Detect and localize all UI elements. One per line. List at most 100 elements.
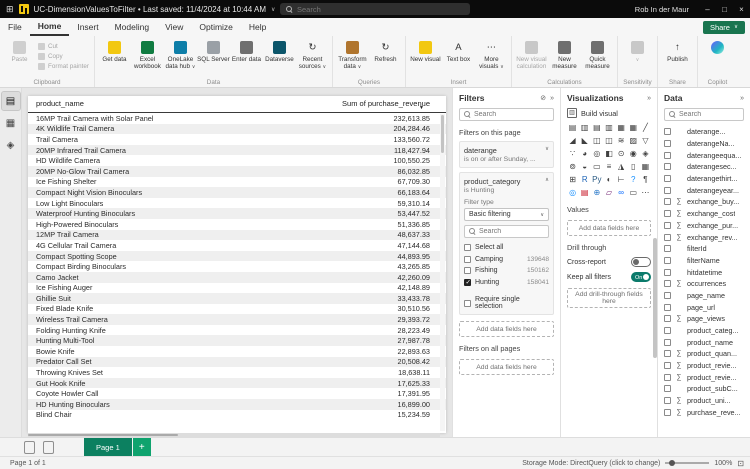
field-list-item[interactable]: ∑ occurrences — [664, 278, 744, 290]
field-list-item[interactable]: ∑ daterange... — [664, 126, 744, 138]
field-list-item[interactable]: ∑ daterangethirt... — [664, 173, 744, 185]
field-checkbox[interactable] — [664, 245, 671, 252]
visual-type-icon[interactable]: ▭ — [591, 160, 602, 172]
column-header-product-name[interactable]: product_name — [36, 99, 84, 108]
field-checkbox[interactable] — [664, 175, 671, 182]
visual-type-icon[interactable]: ◫ — [603, 134, 614, 146]
visual-type-icon[interactable]: ⊞ — [567, 173, 578, 185]
field-checkbox[interactable] — [664, 292, 671, 299]
filter-option[interactable]: Select all — [464, 242, 549, 254]
field-list-item[interactable]: ∑ page_url — [664, 301, 744, 313]
collapse-pane-icon[interactable]: » — [740, 95, 744, 102]
checkbox[interactable] — [464, 244, 471, 251]
field-checkbox[interactable] — [664, 304, 671, 311]
visual-type-icon[interactable]: ▦ — [628, 121, 639, 133]
cross-report-toggle[interactable] — [631, 257, 651, 267]
field-checkbox[interactable] — [664, 187, 671, 194]
table-row[interactable]: Fixed Blade Knife 30,510.56 — [28, 304, 446, 315]
field-list-item[interactable]: ∑ purchase_reve... — [664, 407, 744, 419]
table-scrollbar[interactable] — [440, 114, 445, 431]
visual-type-icon[interactable]: ⋯ — [640, 186, 651, 198]
ribbon-button[interactable]: OneLake data hub ∨ — [164, 39, 197, 71]
field-checkbox[interactable] — [664, 257, 671, 264]
field-list-item[interactable]: ∑ product_quan... — [664, 348, 744, 360]
visual-type-icon[interactable]: ⊙ — [616, 147, 627, 159]
field-checkbox[interactable] — [664, 198, 671, 205]
visual-type-icon[interactable]: ∞ — [616, 186, 627, 198]
field-list-item[interactable]: ∑ exchange_cost — [664, 208, 744, 220]
minimize-button[interactable]: – — [699, 0, 716, 18]
chevron-down-icon[interactable]: ∨ — [545, 146, 549, 152]
visual-type-icon[interactable]: ◕ — [579, 147, 590, 159]
visual-type-icon[interactable]: ▤ — [579, 186, 590, 198]
zoom-slider-thumb[interactable] — [669, 460, 675, 466]
filter-option[interactable]: Camping 139648 — [464, 254, 549, 266]
visual-type-icon[interactable]: ▨ — [628, 134, 639, 146]
ribbon-button[interactable]: Get data — [98, 39, 131, 63]
menu-item[interactable]: Home — [30, 18, 70, 36]
field-list-item[interactable]: ∑ exchange_buy... — [664, 196, 744, 208]
document-title[interactable]: UC-DimensionValuesToFilter • Last saved:… — [34, 5, 266, 14]
field-list-item[interactable]: ∑ filterId — [664, 243, 744, 255]
visual-type-icon[interactable]: ¶ — [640, 173, 651, 185]
storage-mode[interactable]: Storage Mode: DirectQuery (click to chan… — [522, 460, 660, 467]
visual-type-icon[interactable]: ? — [628, 173, 639, 185]
table-row[interactable]: Blind Chair 15,234.59 — [28, 410, 446, 421]
table-row[interactable]: 12MP Trail Camera 48,637.33 — [28, 230, 446, 241]
report-canvas[interactable]: product_name Sum of purchase_revenue ▼ 1… — [22, 88, 452, 437]
drill-through-dropzone[interactable]: Add drill-through fields here — [567, 288, 651, 308]
field-checkbox[interactable] — [664, 339, 671, 346]
share-button[interactable]: Share ∨ — [703, 21, 745, 34]
publish-button[interactable]: ↑ Publish — [661, 39, 694, 63]
menu-item[interactable]: Insert — [69, 18, 106, 36]
ribbon-button[interactable]: Dataverse — [263, 39, 296, 63]
table-row[interactable]: Ice Fishing Auger 42,148.89 — [28, 283, 446, 294]
waffle-menu-icon[interactable]: ⊞ — [6, 4, 14, 15]
global-search[interactable] — [280, 3, 470, 15]
filters-search[interactable] — [459, 108, 554, 121]
field-list-item[interactable]: ∑ daterangeequa... — [664, 149, 744, 161]
visual-type-icon[interactable]: ≡ — [603, 160, 614, 172]
field-list-item[interactable]: ∑ page_name — [664, 290, 744, 302]
menu-item[interactable]: Optimize — [191, 18, 241, 36]
table-row[interactable]: HD Hunting Binoculars 16,899.00 — [28, 399, 446, 410]
add-data-fields-dropzone[interactable]: Add data fields here — [459, 321, 554, 337]
visual-type-icon[interactable]: ▤ — [591, 121, 602, 133]
table-row[interactable]: Compact Spotting Scope 44,893.95 — [28, 251, 446, 262]
collapse-pane-icon[interactable]: » — [550, 95, 554, 102]
paste-button[interactable]: Paste — [3, 39, 36, 63]
field-list-item[interactable]: ∑ product_revie... — [664, 360, 744, 372]
table-row[interactable]: Predator Call Set 20,508.42 — [28, 357, 446, 368]
ribbon-button[interactable]: SQL Server — [197, 39, 230, 63]
table-row[interactable]: Wireless Trail Camera 29,393.72 — [28, 314, 446, 325]
view-rail-button[interactable]: ▤ — [2, 92, 20, 110]
filter-card-product-category[interactable]: product_category is Hunting ∧ Filter typ… — [459, 172, 554, 315]
checkbox[interactable] — [464, 300, 471, 307]
field-list-item[interactable]: ∑ exchange_pur... — [664, 220, 744, 232]
table-row[interactable]: Camo Jacket 42,260.09 — [28, 272, 446, 283]
column-header-sum-purchase-revenue[interactable]: Sum of purchase_revenue — [342, 99, 430, 108]
maximize-button[interactable]: □ — [716, 0, 733, 18]
visual-type-icon[interactable]: ◈ — [640, 147, 651, 159]
collapse-pane-icon[interactable]: » — [647, 95, 651, 102]
field-checkbox[interactable] — [664, 210, 671, 217]
ribbon-button[interactable]: New visual calculation — [515, 39, 548, 70]
visual-type-icon[interactable]: R — [579, 173, 590, 185]
visual-type-icon[interactable]: ◣ — [579, 134, 590, 146]
visual-type-icon[interactable]: ⊚ — [567, 160, 578, 172]
checkbox[interactable] — [464, 279, 471, 286]
visual-type-icon[interactable]: ◫ — [591, 134, 602, 146]
ribbon-button[interactable]: Transform data ∨ — [336, 39, 369, 71]
table-row[interactable]: Gut Hook Knife 17,625.33 — [28, 378, 446, 389]
view-rail-button[interactable]: ◈ — [2, 136, 20, 154]
visual-type-icon[interactable]: Py — [591, 173, 602, 185]
table-row[interactable]: 16MP Trail Camera with Solar Panel 232,6… — [28, 113, 446, 124]
checkbox[interactable] — [464, 267, 471, 274]
field-checkbox[interactable] — [664, 315, 671, 322]
field-checkbox[interactable] — [664, 397, 671, 404]
field-checkbox[interactable] — [664, 350, 671, 357]
add-page-button[interactable]: + — [133, 438, 151, 456]
filter-value-search-input[interactable] — [479, 228, 544, 235]
table-row[interactable]: Waterproof Hunting Binoculars 53,447.52 — [28, 208, 446, 219]
visual-type-icon[interactable]: ⊕ — [591, 186, 602, 198]
